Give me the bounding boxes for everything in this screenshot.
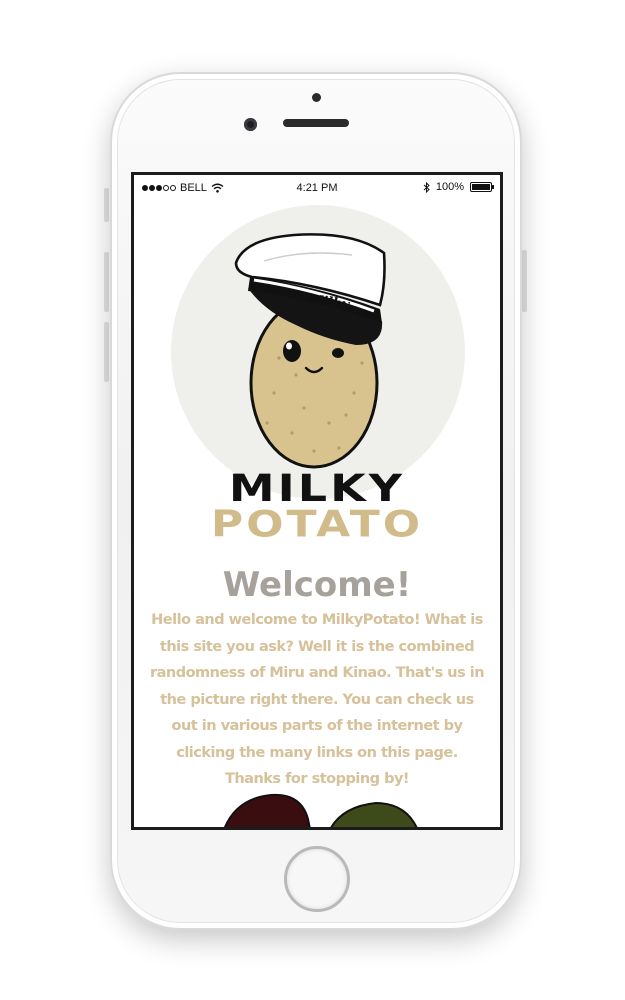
- bluetooth-icon: [423, 181, 430, 193]
- characters-peek-image: [224, 793, 418, 827]
- battery-icon: [470, 182, 494, 192]
- phone-screen: BELL 4:21 PM 100% Milky MILKY POTATO Wel…: [131, 172, 503, 830]
- front-camera-icon: [244, 118, 257, 131]
- potato-mascot-logo: Milky: [234, 233, 386, 469]
- welcome-title: Welcome!: [222, 565, 412, 605]
- status-bar: BELL 4:21 PM 100%: [134, 175, 500, 201]
- status-right: 100%: [423, 181, 494, 193]
- logo-potato-text: POTATO: [210, 503, 424, 546]
- welcome-text: Hello and welcome to MilkyPotato! What i…: [149, 612, 485, 787]
- proximity-sensor: [312, 93, 321, 102]
- mute-switch: [104, 188, 109, 222]
- volume-up-button: [104, 252, 109, 312]
- battery-percent: 100%: [435, 181, 464, 193]
- power-button: [522, 250, 527, 312]
- earpiece-speaker: [283, 119, 349, 127]
- volume-down-button: [104, 322, 109, 382]
- home-button[interactable]: [284, 846, 350, 912]
